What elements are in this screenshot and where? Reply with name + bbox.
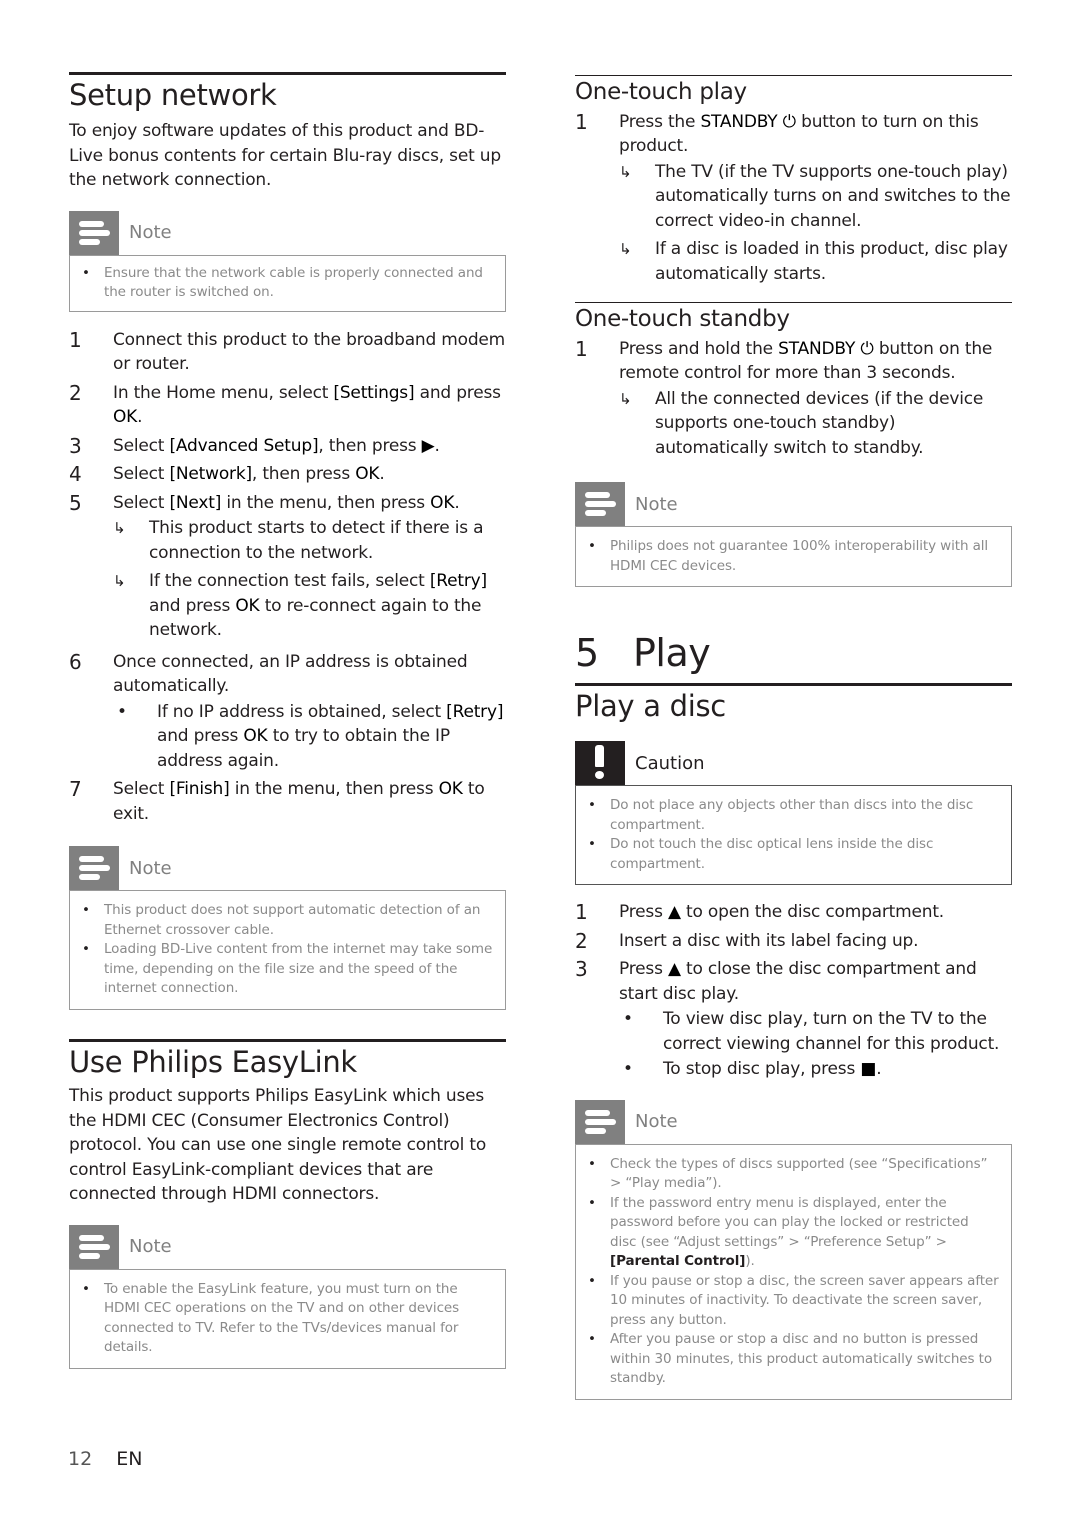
step-item: 1 Press ▲ to open the disc compartment. [575,900,944,925]
note-box: Note • Ensure that the network cable is p… [69,210,506,312]
result-arrow-icon: ↳ [113,572,126,591]
bullet-item: • To stop disc play, press ■. [623,1059,882,1080]
result-arrow-icon: ↳ [619,389,632,408]
easylink-title: Use Philips EasyLink [69,1044,357,1079]
left-column: Setup network To enjoy software updates … [69,0,506,1369]
bullet-item: • To view disc play, turn on the TV to th… [623,1009,1000,1054]
result-item: ↳ If the connection test fails, select [R… [113,569,506,643]
note-label: Note [635,1111,678,1133]
result-arrow-icon: ↳ [113,519,126,538]
right-column: One-touch play 1 Press the STANDBY ⏻ butt… [575,0,1012,1400]
one-touch-standby-title: One-touch standby [575,306,790,333]
eject-icon: ▲ [667,902,681,923]
note-item: • This product does not support automatic… [82,902,481,938]
standby-power-icon: STANDBY ⏻ [700,111,796,132]
note-label: Note [635,493,678,515]
note-icon [69,210,119,255]
note-item: • Loading BD-Live content from the intern… [82,941,493,997]
page-number: 12 [68,1448,93,1470]
step-item: 5 Select [Next] in the menu, then press O… [69,491,506,643]
step-item: 6 Once connected, an IP address is obtain… [69,650,506,774]
step-item: 3 Select [Advanced Setup], then press ▶. [69,433,440,458]
chapter-heading: 5 Play [575,631,1012,676]
step-item: 2 In the Home menu, select [Settings] and… [69,380,501,428]
caution-label: Caution [635,752,705,774]
standby-power-icon: STANDBY ⏻ [778,338,874,359]
caution-box: Caution • Do not place any objects other … [575,741,1012,886]
result-item: ↳ This product starts to detect if there … [113,516,506,565]
language-code: EN [116,1448,143,1470]
play-disc-title: Play a disc [575,688,726,723]
step-item: 1 Connect this product to the broadband m… [69,327,506,375]
section-rule [69,1038,506,1042]
note-item: • To enable the EasyLink feature, you mus… [82,1280,460,1356]
step-item: 4 Select [Network], then press OK. [69,462,385,487]
step-item: 7 Select [Finish] in the menu, then press… [69,777,485,824]
step-item: 1 Press the STANDBY ⏻ button to turn on t… [575,110,1012,287]
note-box: Note • This product does not support auto… [69,846,506,1010]
section-rule [69,72,506,75]
result-item: ↳ If a disc is loaded in this product, di… [619,237,1012,286]
exclamation-icon [575,741,625,786]
play-steps: 1 Press ▲ to open the disc compartment. 2… [575,900,1012,1082]
note-item: • After you pause or stop a disc and no b… [588,1331,992,1387]
note-item: • Philips does not guarantee 100% interop… [588,538,989,574]
note-box: Note • Philips does not guarantee 100% in… [575,482,1012,588]
note-box: Note • To enable the EasyLink feature, yo… [69,1224,506,1369]
play-right-icon: ▶ [421,435,435,456]
caution-item: • Do not touch the disc optical lens insi… [588,836,934,872]
bullet-item: • If no IP address is obtained, select [R… [117,701,504,771]
note-item: • Check the types of discs supported (see… [588,1155,988,1192]
chapter-title: Play [633,631,711,676]
note-box: Note • Check the types of discs supported… [575,1099,1012,1400]
section-rule [575,302,1012,304]
result-item: ↳ All the connected devices (if the devic… [619,387,1012,461]
note-item: • Ensure that the network cable is proper… [82,264,483,301]
setup-steps: 1 Connect this product to the broadband m… [69,328,506,827]
caution-item: • Do not place any objects other than dis… [588,797,974,833]
note-icon [575,1099,625,1144]
note-label: Note [129,1236,172,1258]
chapter-number: 5 [575,631,599,676]
note-label: Note [129,857,172,879]
result-arrow-icon: ↳ [619,240,632,259]
stop-icon: ■ [860,1059,877,1080]
eject-icon: ▲ [667,959,681,980]
step-item: 3 Press ▲ to close the disc compartment a… [575,957,1012,1082]
result-arrow-icon: ↳ [619,162,632,181]
note-item: • If the password entry menu is displayed… [588,1194,969,1270]
note-icon [69,846,119,891]
note-icon [575,482,625,527]
section-rule [575,75,1012,76]
result-item: ↳ The TV (if the TV supports one-touch pl… [619,160,1012,234]
note-icon [69,1224,119,1269]
easylink-intro: This product supports Philips EasyLink w… [69,1086,487,1205]
step-item: 2 Insert a disc with its label facing up. [575,928,919,953]
setup-network-intro: To enjoy software updates of this produc… [69,121,501,191]
section-rule [575,682,1012,686]
note-item: • If you pause or stop a disc, the screen… [588,1272,999,1328]
note-label: Note [129,222,172,244]
one-touch-play-title: One-touch play [575,79,747,105]
setup-network-title: Setup network [69,78,277,112]
step-item: 1 Press and hold the STANDBY ⏻ button on … [575,337,1012,461]
page-footer: 12 EN [68,1448,142,1470]
